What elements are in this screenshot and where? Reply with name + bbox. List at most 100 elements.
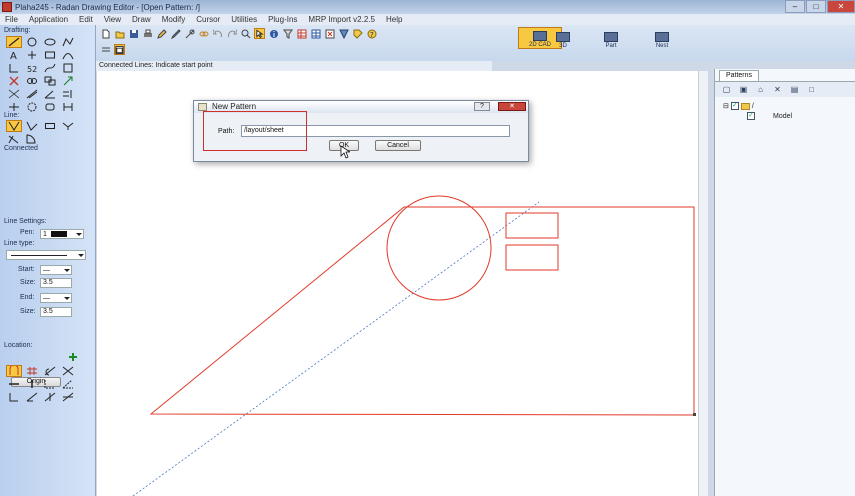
menu-cursor[interactable]: Cursor bbox=[196, 15, 220, 24]
snap-endpoint-icon[interactable] bbox=[6, 365, 22, 377]
snap-tangent-icon[interactable] bbox=[42, 365, 58, 377]
layers-icon[interactable] bbox=[296, 28, 307, 39]
arrow-line-icon[interactable] bbox=[6, 133, 22, 145]
chain-link-icon[interactable] bbox=[198, 28, 209, 39]
corner-tool-icon[interactable] bbox=[6, 62, 22, 74]
canvas-scrollbar[interactable] bbox=[698, 71, 708, 496]
print-icon[interactable] bbox=[142, 28, 153, 39]
checkbox-icon[interactable]: ✓ bbox=[747, 112, 755, 120]
square-tool-icon[interactable] bbox=[60, 62, 76, 74]
snap-corner-icon[interactable] bbox=[42, 378, 58, 390]
delete-pattern-icon[interactable]: ✕ bbox=[772, 85, 783, 95]
delete-icon[interactable] bbox=[324, 28, 335, 39]
view-part-button[interactable]: Part bbox=[589, 27, 633, 49]
offset-tool-icon[interactable] bbox=[24, 88, 40, 100]
menu-file[interactable]: File bbox=[5, 15, 18, 24]
menu-application[interactable]: Application bbox=[29, 15, 68, 24]
menu-modify[interactable]: Modify bbox=[162, 15, 186, 24]
menu-plugins[interactable]: Plug-Ins bbox=[268, 15, 297, 24]
display-options-icon[interactable]: □ bbox=[806, 85, 817, 95]
extend-tool-icon[interactable] bbox=[60, 88, 76, 100]
angled-line-icon[interactable] bbox=[24, 120, 40, 132]
tree-item-root[interactable]: ⊟ ✓ / bbox=[723, 101, 792, 111]
text-tool-icon[interactable]: A bbox=[6, 49, 22, 61]
list-view-icon[interactable] bbox=[100, 44, 111, 55]
select-cursor-icon[interactable] bbox=[254, 28, 265, 39]
cancel-button[interactable]: Cancel bbox=[375, 140, 421, 151]
dimension-tool-icon[interactable]: 52 bbox=[24, 62, 40, 74]
snap-fine-icon[interactable] bbox=[60, 391, 76, 403]
curve-tool-icon[interactable] bbox=[42, 62, 58, 74]
view-nest-button[interactable]: Nest bbox=[640, 27, 684, 49]
menu-utilities[interactable]: Utilities bbox=[231, 15, 257, 24]
pen-icon[interactable] bbox=[170, 28, 181, 39]
open-folder-icon[interactable] bbox=[114, 28, 125, 39]
end-size-field[interactable]: 3.5 bbox=[40, 307, 72, 317]
corner-handle[interactable] bbox=[693, 413, 696, 416]
menu-help[interactable]: Help bbox=[386, 15, 402, 24]
snap-angle-icon[interactable] bbox=[60, 378, 76, 390]
connected-lines-icon[interactable] bbox=[6, 120, 22, 132]
tree-item-model[interactable]: ✓ Model bbox=[723, 111, 792, 121]
v-line-icon[interactable] bbox=[60, 120, 76, 132]
pencil-icon[interactable] bbox=[156, 28, 167, 39]
copy-tool-icon[interactable] bbox=[42, 75, 58, 87]
start-size-field[interactable]: 3.5 bbox=[40, 278, 72, 288]
circle-tool-icon[interactable] bbox=[24, 36, 40, 48]
funnel-icon[interactable] bbox=[338, 28, 349, 39]
snap-grid-icon[interactable] bbox=[24, 365, 40, 377]
arc-tool-icon[interactable] bbox=[60, 49, 76, 61]
filter-icon[interactable] bbox=[282, 28, 293, 39]
tag-icon[interactable] bbox=[352, 28, 363, 39]
menu-draw[interactable]: Draw bbox=[132, 15, 151, 24]
angle-tool-icon[interactable] bbox=[42, 88, 58, 100]
tab-patterns[interactable]: Patterns bbox=[719, 70, 759, 81]
snap-intersect-icon[interactable] bbox=[60, 365, 76, 377]
table-icon[interactable] bbox=[310, 28, 321, 39]
quarter-arc-icon[interactable] bbox=[24, 133, 40, 145]
polyline-tool-icon[interactable] bbox=[60, 36, 76, 48]
measure-icon[interactable] bbox=[184, 28, 195, 39]
dialog-close-button[interactable]: ✕ bbox=[498, 102, 526, 111]
snap-perp-icon[interactable] bbox=[6, 391, 22, 403]
link-tool-icon[interactable] bbox=[24, 75, 40, 87]
checkbox-icon[interactable]: ✓ bbox=[730, 102, 739, 110]
rectangle-tool-icon[interactable] bbox=[42, 49, 58, 61]
fillet-tool-icon[interactable] bbox=[24, 101, 40, 113]
chamfer-tool-icon[interactable] bbox=[42, 101, 58, 113]
view-options-icon[interactable]: ▤ bbox=[789, 85, 800, 95]
menu-view[interactable]: View bbox=[104, 15, 121, 24]
box-line-icon[interactable] bbox=[42, 120, 58, 132]
pen-select[interactable]: 1 bbox=[40, 229, 84, 239]
save-icon[interactable] bbox=[128, 28, 139, 39]
snap-diagonal-icon[interactable] bbox=[24, 391, 40, 403]
help-icon[interactable]: ? bbox=[366, 28, 377, 39]
redo-icon[interactable] bbox=[226, 28, 237, 39]
snap-horizontal-icon[interactable] bbox=[6, 378, 22, 390]
line-type-select[interactable] bbox=[6, 250, 86, 260]
undo-icon[interactable] bbox=[212, 28, 223, 39]
mirror-tool-icon[interactable] bbox=[60, 101, 76, 113]
snap-vertical-icon[interactable] bbox=[24, 378, 40, 390]
menu-edit[interactable]: Edit bbox=[79, 15, 93, 24]
window-view-icon[interactable] bbox=[114, 44, 125, 55]
info-icon[interactable] bbox=[268, 28, 279, 39]
origin-marker-icon[interactable] bbox=[67, 352, 79, 364]
menu-mrp-import[interactable]: MRP Import v2.2.5 bbox=[308, 15, 375, 24]
snap-mid-icon[interactable] bbox=[42, 391, 58, 403]
collapse-icon[interactable]: ⊟ bbox=[723, 102, 729, 110]
new-file-icon[interactable] bbox=[100, 28, 111, 39]
cross-tool-icon[interactable] bbox=[24, 49, 40, 61]
open-pattern-icon[interactable]: ⌂ bbox=[755, 85, 766, 95]
dialog-help-button[interactable]: ? bbox=[474, 102, 490, 111]
view-3d-button[interactable]: 3D bbox=[541, 27, 585, 49]
new-folder-icon[interactable]: ▣ bbox=[738, 85, 749, 95]
line-tool-icon[interactable] bbox=[6, 36, 22, 48]
start-select[interactable]: — bbox=[40, 265, 72, 275]
delete-tool-icon[interactable] bbox=[6, 75, 22, 87]
ellipse-tool-icon[interactable] bbox=[42, 36, 58, 48]
close-button[interactable]: ✕ bbox=[827, 0, 855, 13]
zoom-in-icon[interactable] bbox=[240, 28, 251, 39]
new-pattern-icon[interactable]: ▢ bbox=[721, 85, 732, 95]
maximize-button[interactable]: □ bbox=[806, 0, 826, 13]
